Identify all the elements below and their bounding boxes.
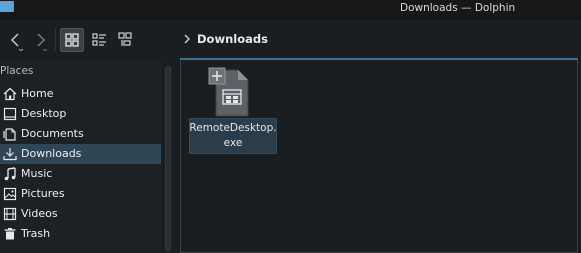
breadcrumb-current[interactable]: Downloads	[197, 32, 268, 46]
places-sidebar: Places Home Desktop Documents Downloads	[0, 58, 161, 253]
videos-icon	[3, 207, 17, 221]
sidebar-item-home[interactable]: Home	[0, 84, 161, 104]
sidebar-scrollbar[interactable]	[165, 66, 171, 252]
title-bar: Downloads — Dolphin	[0, 0, 581, 20]
window-title: Downloads — Dolphin	[400, 2, 516, 14]
executable-file-icon	[208, 67, 249, 117]
sidebar-item-label: Downloads	[21, 147, 82, 160]
details-view-button[interactable]	[114, 28, 138, 52]
downloads-icon	[3, 148, 17, 161]
sidebar-item-music[interactable]: Music	[0, 164, 161, 184]
icons-view-icon	[65, 33, 79, 47]
trash-icon	[4, 228, 16, 240]
compact-view-button[interactable]	[88, 28, 112, 52]
sidebar-item-label: Pictures	[21, 187, 65, 200]
panel-focus-indicator	[180, 58, 578, 60]
toolbar-separator	[55, 28, 56, 50]
music-icon	[4, 167, 16, 181]
desktop-icon	[3, 107, 17, 121]
sidebar-item-label: Home	[21, 87, 54, 100]
folder-app-icon	[0, 1, 14, 12]
sidebar-item-documents[interactable]: Documents	[0, 124, 161, 144]
sidebar-item-label: Music	[21, 167, 53, 180]
chevron-right-icon	[37, 33, 48, 52]
sidebar-item-label: Desktop	[21, 107, 67, 120]
sidebar-item-pictures[interactable]: Pictures	[0, 184, 161, 204]
pictures-icon	[3, 187, 17, 201]
sidebar-item-label: Videos	[21, 207, 58, 220]
back-button[interactable]	[6, 29, 28, 52]
breadcrumb-chevron-icon	[184, 34, 190, 44]
sidebar-item-videos[interactable]: Videos	[0, 204, 161, 224]
sidebar-item-label: Trash	[21, 227, 51, 240]
documents-icon	[3, 128, 16, 141]
places-heading: Places	[0, 65, 34, 77]
home-icon	[3, 87, 17, 101]
forward-button[interactable]	[30, 29, 52, 52]
file-name: RemoteDesktop.exe	[189, 122, 277, 149]
details-view-icon	[118, 32, 132, 46]
sidebar-item-downloads[interactable]: Downloads	[0, 144, 161, 164]
toolbar: Downloads	[0, 20, 581, 58]
sidebar-item-trash[interactable]: Trash	[0, 224, 161, 244]
file-item[interactable]: RemoteDesktop.exe	[189, 66, 277, 154]
sidebar-item-desktop[interactable]: Desktop	[0, 104, 161, 124]
compact-view-icon	[92, 33, 106, 46]
chevron-left-icon	[11, 33, 24, 52]
sidebar-item-label: Documents	[21, 127, 84, 140]
icons-view-button[interactable]	[60, 28, 84, 52]
